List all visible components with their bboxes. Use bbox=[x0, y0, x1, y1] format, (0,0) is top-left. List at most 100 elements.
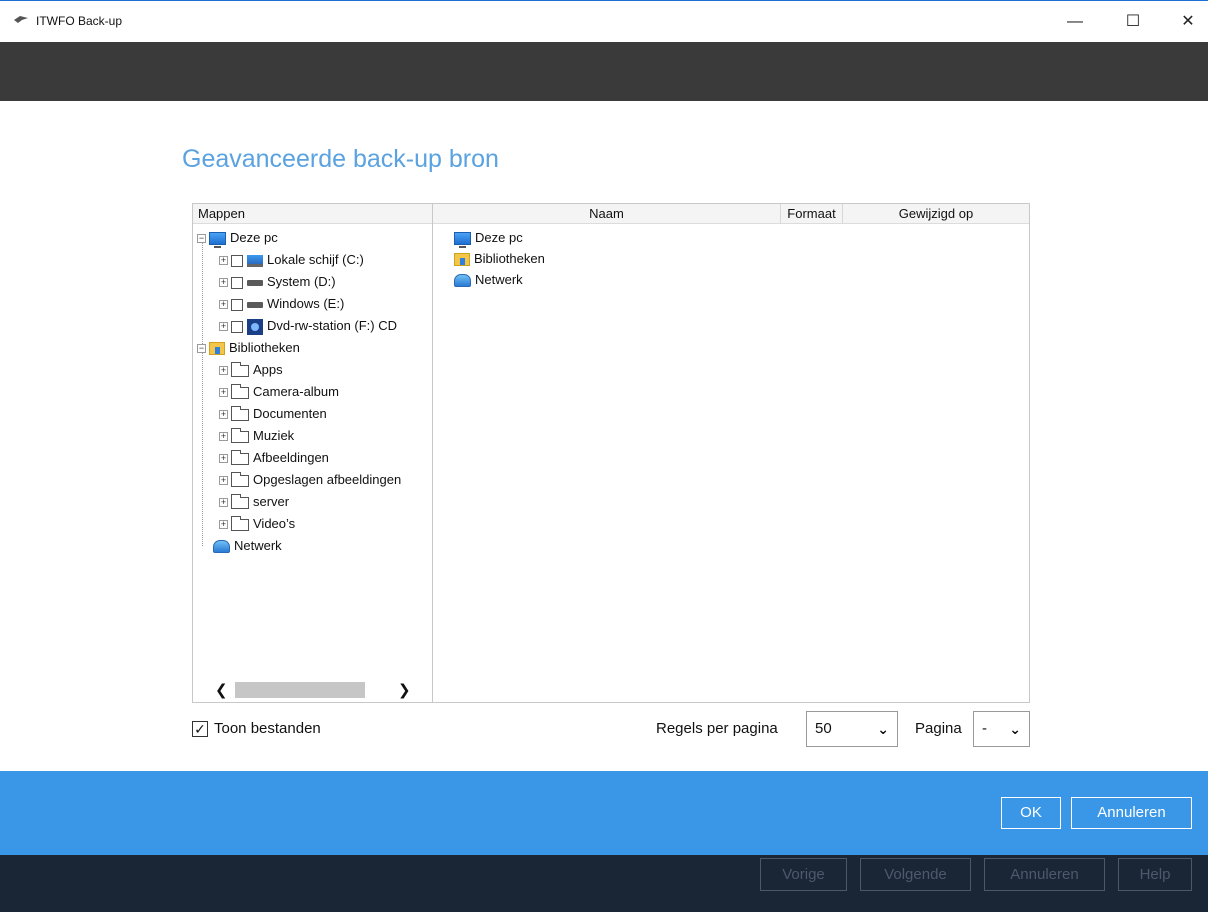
previous-button[interactable]: Vorige bbox=[760, 858, 847, 891]
library-icon bbox=[209, 342, 225, 356]
collapse-icon[interactable]: − bbox=[197, 234, 206, 244]
folder-icon bbox=[231, 471, 249, 487]
column-header-modified[interactable]: Gewijzigd op bbox=[843, 204, 1029, 224]
tree-header: Mappen bbox=[193, 204, 432, 224]
list-item[interactable]: Bibliotheken bbox=[454, 249, 545, 269]
tree-item-netwerk[interactable]: Netwerk bbox=[213, 536, 282, 556]
tree-item-afbeeldingen[interactable]: + Afbeeldingen bbox=[219, 448, 329, 468]
close-button[interactable]: ✕ bbox=[1168, 9, 1208, 35]
show-files-checkbox[interactable]: ✓ bbox=[192, 721, 208, 738]
expand-icon[interactable]: + bbox=[219, 454, 228, 464]
tree-item-server[interactable]: + server bbox=[219, 492, 289, 512]
expand-icon[interactable]: + bbox=[219, 432, 228, 442]
expand-icon[interactable]: + bbox=[219, 300, 228, 310]
list-item[interactable]: Netwerk bbox=[454, 270, 523, 290]
collapse-icon[interactable]: − bbox=[197, 344, 206, 354]
maximize-button[interactable]: ☐ bbox=[1113, 9, 1153, 35]
tree-item-opgeslagen-afbeeldingen[interactable]: + Opgeslagen afbeeldingen bbox=[219, 470, 401, 490]
tree-item-label: Windows (E:) bbox=[267, 296, 345, 311]
tree-item-bibliotheken[interactable]: − Bibliotheken bbox=[197, 338, 300, 358]
rows-per-page-label: Regels per pagina bbox=[656, 720, 778, 737]
system-drive-icon bbox=[247, 254, 263, 267]
tree-item-muziek[interactable]: + Muziek bbox=[219, 426, 294, 446]
ok-button[interactable]: OK bbox=[1001, 797, 1061, 829]
column-header-name[interactable]: Naam bbox=[433, 204, 781, 224]
list-item-name: Netwerk bbox=[475, 272, 523, 287]
tree-guide-line bbox=[202, 240, 203, 546]
tree-item-camera-album[interactable]: + Camera-album bbox=[219, 382, 339, 402]
list-item-name: Bibliotheken bbox=[474, 251, 545, 266]
tree-item-label: server bbox=[253, 494, 290, 509]
expand-icon[interactable]: + bbox=[219, 278, 228, 288]
expand-icon[interactable]: + bbox=[219, 366, 228, 376]
page-select[interactable]: - ⌄ bbox=[973, 711, 1030, 747]
list-item[interactable]: Deze pc bbox=[454, 228, 523, 249]
tree-item-label: Deze pc bbox=[230, 230, 278, 245]
tree-item-label: Opgeslagen afbeeldingen bbox=[253, 472, 402, 487]
expand-icon[interactable]: + bbox=[219, 388, 228, 398]
expand-icon[interactable]: + bbox=[219, 256, 228, 266]
expand-icon[interactable]: + bbox=[219, 410, 228, 420]
drive-icon bbox=[247, 279, 263, 286]
file-list[interactable]: Naam Formaat Gewijzigd op Deze pc Biblio… bbox=[433, 204, 1029, 702]
tree-item-videos[interactable]: + Video’s bbox=[219, 514, 295, 534]
tree-item-deze-pc[interactable]: − Deze pc bbox=[197, 228, 278, 249]
column-header-size[interactable]: Formaat bbox=[781, 204, 843, 224]
folder-icon bbox=[231, 493, 249, 509]
checkbox[interactable] bbox=[231, 276, 243, 289]
next-button[interactable]: Volgende bbox=[860, 858, 971, 891]
rows-per-page-select[interactable]: 50 ⌄ bbox=[806, 711, 898, 747]
minimize-button[interactable]: — bbox=[1055, 9, 1095, 35]
expand-icon[interactable]: + bbox=[219, 520, 228, 530]
expand-icon[interactable]: + bbox=[219, 498, 228, 508]
tree-item-drive-d[interactable]: + System (D:) bbox=[219, 272, 336, 292]
rows-per-page-value: 50 bbox=[815, 720, 832, 737]
chevron-down-icon: ⌄ bbox=[1009, 721, 1021, 737]
folder-icon bbox=[231, 449, 249, 465]
tree-item-label: Lokale schijf (C:) bbox=[267, 252, 364, 267]
chevron-down-icon: ⌄ bbox=[877, 721, 889, 737]
scrollbar-thumb[interactable] bbox=[235, 682, 365, 698]
header-band bbox=[0, 42, 1208, 101]
tree-item-label: Documenten bbox=[253, 406, 327, 421]
computer-icon bbox=[209, 232, 226, 249]
tree-item-drive-e[interactable]: + Windows (E:) bbox=[219, 294, 344, 314]
browser-panel: Mappen − Deze pc + Lokale schijf (C:) + Sys… bbox=[192, 203, 1030, 703]
show-files-toggle[interactable]: ✓ Toon bestanden bbox=[192, 719, 321, 739]
scroll-right-icon[interactable]: ❯ bbox=[398, 681, 411, 699]
tree-horizontal-scrollbar[interactable]: ❮ ❯ bbox=[193, 678, 432, 702]
page-label: Pagina bbox=[915, 720, 962, 737]
tree-item-drive-c[interactable]: + Lokale schijf (C:) bbox=[219, 250, 364, 270]
tree-item-label: System (D:) bbox=[267, 274, 336, 289]
expand-icon[interactable]: + bbox=[219, 476, 228, 486]
checkbox[interactable] bbox=[231, 320, 243, 333]
wizard-cancel-button[interactable]: Annuleren bbox=[984, 858, 1105, 891]
tree-item-label: Bibliotheken bbox=[229, 340, 300, 355]
tree-item-label: Muziek bbox=[253, 428, 295, 443]
computer-icon bbox=[454, 232, 471, 249]
expand-icon[interactable]: + bbox=[219, 322, 228, 332]
tree-item-documenten[interactable]: + Documenten bbox=[219, 404, 327, 424]
network-icon bbox=[454, 274, 471, 288]
title-bar: ITWFO Back-up — ☐ ✕ bbox=[0, 0, 1208, 42]
show-files-label: Toon bestanden bbox=[214, 720, 321, 737]
cancel-button[interactable]: Annuleren bbox=[1071, 797, 1192, 829]
network-icon bbox=[213, 540, 230, 554]
folder-icon bbox=[231, 361, 249, 377]
list-item-name: Deze pc bbox=[475, 230, 523, 245]
folder-tree[interactable]: Mappen − Deze pc + Lokale schijf (C:) + Sys… bbox=[193, 204, 433, 702]
dvd-drive-icon bbox=[247, 318, 263, 335]
tree-item-label: Afbeeldingen bbox=[253, 450, 329, 465]
checkbox[interactable] bbox=[231, 254, 243, 267]
tree-item-label: Dvd-rw-station (F:) CD bbox=[267, 318, 398, 333]
help-button[interactable]: Help bbox=[1118, 858, 1192, 891]
folder-icon bbox=[231, 383, 249, 399]
page-title: Geavanceerde back-up bron bbox=[182, 145, 499, 173]
drive-icon bbox=[247, 301, 263, 308]
tree-item-label: Camera-album bbox=[253, 384, 339, 399]
library-icon bbox=[454, 253, 470, 267]
tree-item-apps[interactable]: + Apps bbox=[219, 360, 283, 380]
scroll-left-icon[interactable]: ❮ bbox=[215, 681, 228, 699]
checkbox[interactable] bbox=[231, 298, 243, 311]
tree-item-drive-f[interactable]: + Dvd-rw-station (F:) CD bbox=[219, 316, 397, 336]
